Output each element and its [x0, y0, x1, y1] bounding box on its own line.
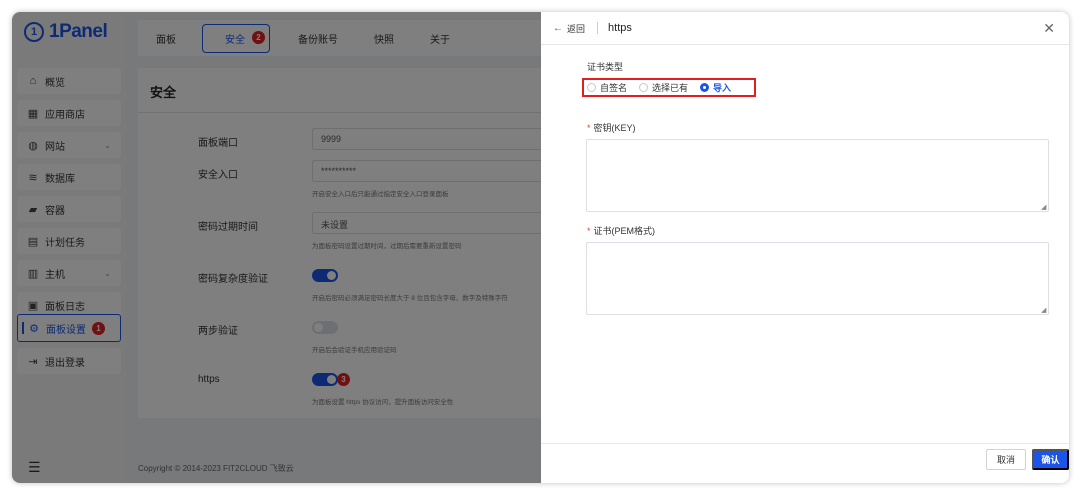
radio-circle: [639, 83, 649, 92]
arrow-left-icon: ←: [553, 22, 563, 34]
divider: [541, 44, 1069, 45]
radio-self-signed[interactable]: 自签名: [587, 81, 627, 94]
back-button[interactable]: ← 返回: [553, 22, 585, 35]
radio-import[interactable]: 导入: [700, 81, 731, 94]
required-mark: *: [587, 226, 591, 236]
radio-label: 导入: [713, 83, 732, 93]
modal-overlay[interactable]: [12, 12, 541, 483]
radio-label: 选择已有: [652, 83, 689, 93]
radio-circle: [700, 83, 710, 92]
cert-type-radio-group: 自签名 选择已有 导入: [582, 78, 756, 97]
key-label: * 密钥(KEY): [587, 121, 636, 134]
cert-textarea[interactable]: [586, 242, 1049, 315]
confirm-button[interactable]: 确认: [1032, 449, 1069, 470]
radio-circle: [587, 83, 596, 92]
radio-label: 自签名: [600, 83, 628, 93]
cancel-button[interactable]: 取消: [986, 449, 1026, 470]
back-label: 返回: [567, 23, 586, 34]
drawer-title: https: [608, 22, 632, 34]
cert-label-text: 证书(PEM格式): [593, 226, 656, 236]
required-mark: *: [587, 123, 591, 133]
https-drawer: ← 返回 https ✕ 证书类型 自签名 选择已有 导入 * 密钥(KEY) …: [541, 12, 1069, 483]
drawer-header: ← 返回 https ✕: [541, 12, 1069, 44]
cert-label: * 证书(PEM格式): [587, 224, 655, 237]
cert-type-label: 证书类型: [587, 62, 624, 72]
radio-select-existing[interactable]: 选择已有: [639, 81, 688, 94]
key-textarea[interactable]: [586, 139, 1049, 212]
key-label-text: 密钥(KEY): [593, 123, 636, 133]
divider: [597, 22, 599, 34]
app-window: 1 1Panel ⌂ 概览 ▦ 应用商店 ◍ 网站 ⌄ ≋ 数据库 ▰: [12, 12, 1069, 483]
divider: [541, 443, 1069, 444]
close-icon[interactable]: ✕: [1043, 20, 1055, 37]
